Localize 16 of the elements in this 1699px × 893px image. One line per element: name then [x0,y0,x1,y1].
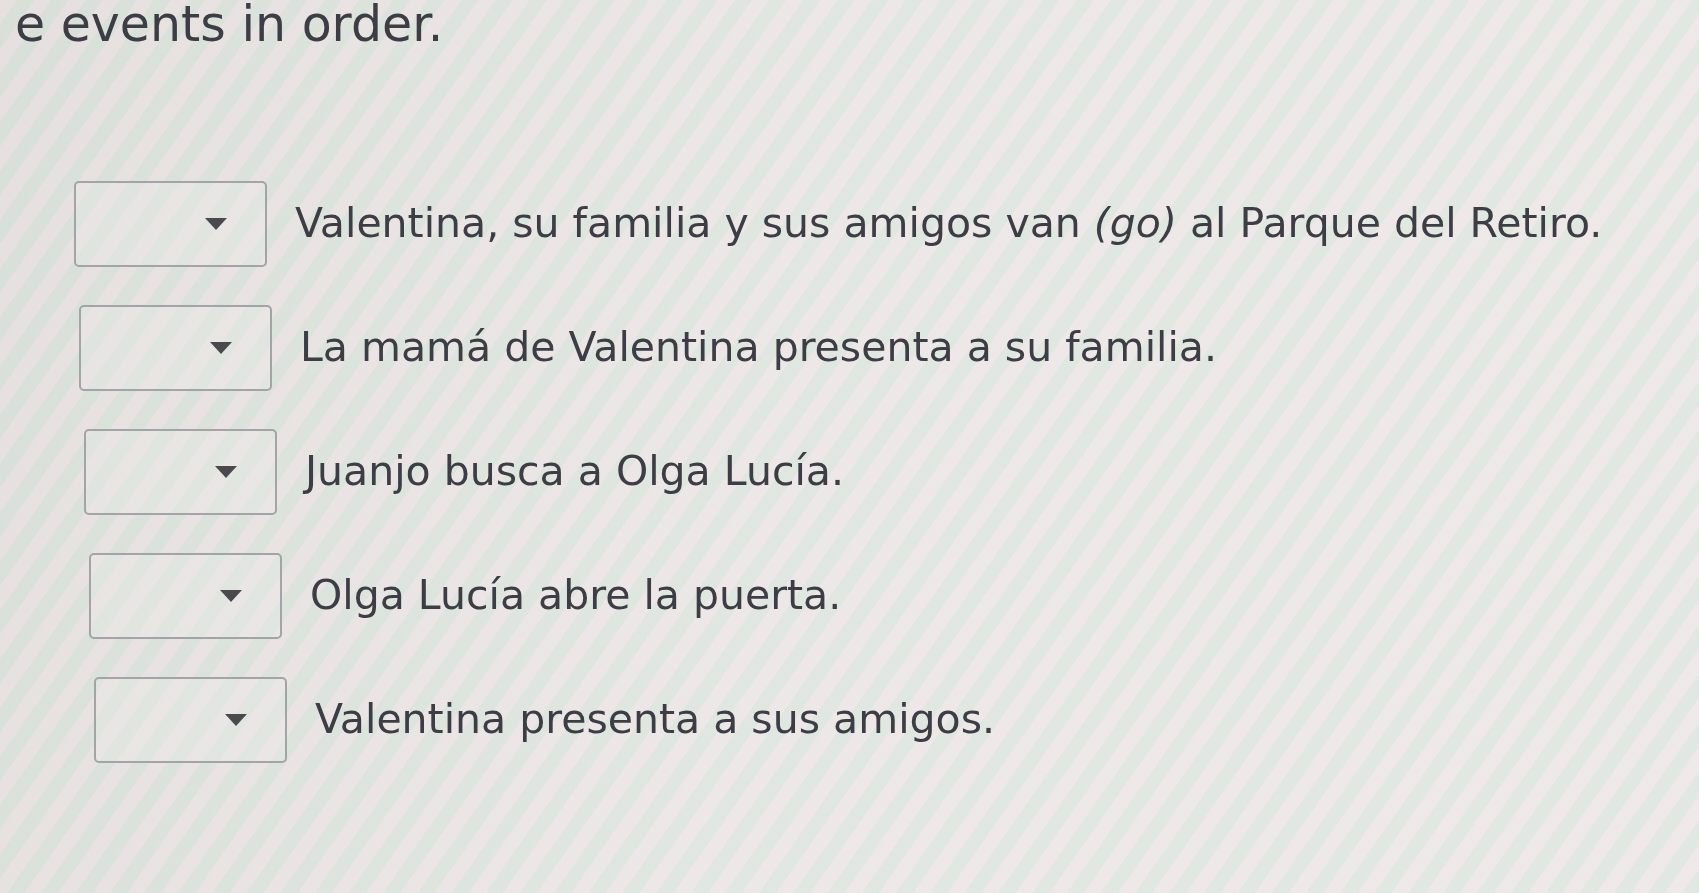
caret-icon [210,342,232,354]
caret-icon [215,466,237,478]
caret-icon [205,218,227,230]
event-sentence: La mamá de Valentina presenta a su familia. [300,323,1217,373]
caret-icon [225,714,247,726]
event-sentence: Valentina, su familia y sus amigos van (go) al Parque del Retiro. [295,199,1603,249]
dropdown-field[interactable] [89,553,282,639]
dropdown-field[interactable] [84,429,277,515]
caret-icon [220,590,242,602]
event-sentence: Olga Lucía abre la puerta. [310,571,842,621]
event-sentence: Juanjo busca a Olga Lucía. [305,447,844,497]
instruction-text: e events in order. [14,0,445,49]
event-sentence: Valentina presenta a sus amigos. [315,695,996,745]
dropdown-field[interactable] [94,677,287,763]
dropdown-field[interactable] [74,181,267,267]
dropdown-field[interactable] [79,305,272,391]
